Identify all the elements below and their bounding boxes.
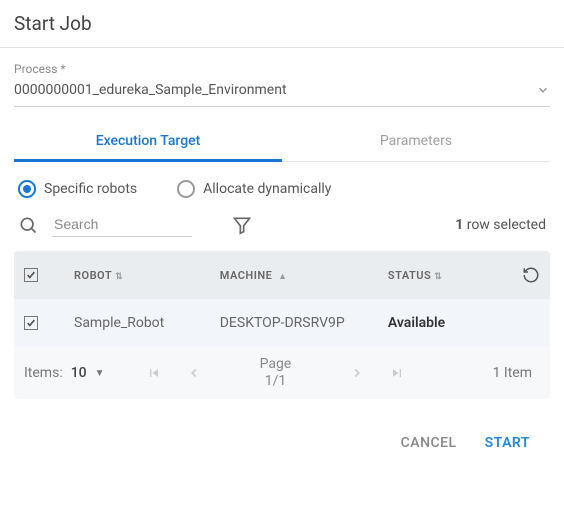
items-per-page[interactable]: Items: 10 ▼ <box>24 365 134 381</box>
cell-machine: DESKTOP-DRSRV9P <box>220 315 388 331</box>
last-page-icon[interactable] <box>377 365 417 381</box>
page-indicator: Page 1/1 <box>214 356 337 390</box>
radio-specific-robots[interactable]: Specific robots <box>18 180 137 198</box>
search-input[interactable] <box>52 212 192 237</box>
row-checkbox[interactable] <box>24 316 38 330</box>
search-icon[interactable] <box>18 215 52 235</box>
tab-execution-target[interactable]: Execution Target <box>14 123 282 162</box>
refresh-icon[interactable] <box>522 266 540 284</box>
filter-icon[interactable] <box>232 215 252 235</box>
col-robot[interactable]: ROBOT⇅ <box>74 269 220 282</box>
process-label: Process * <box>14 58 550 78</box>
start-button[interactable]: START <box>485 435 530 451</box>
radio-dynamic-label: Allocate dynamically <box>203 181 331 197</box>
radio-selected-icon <box>18 180 36 198</box>
sort-icon: ⇅ <box>434 272 442 282</box>
col-status[interactable]: STATUS⇅ <box>388 269 500 282</box>
select-all-checkbox[interactable] <box>24 268 38 282</box>
process-value: 0000000001_edureka_Sample_Environment <box>14 82 536 98</box>
table-row[interactable]: Sample_Robot DESKTOP-DRSRV9P Available <box>14 299 550 347</box>
col-machine[interactable]: MACHINE ▲ <box>220 269 388 282</box>
selection-info: 1 row selected <box>455 217 546 233</box>
tab-parameters[interactable]: Parameters <box>282 123 550 161</box>
cell-status: Available <box>388 315 500 331</box>
cancel-button[interactable]: CANCEL <box>401 435 457 451</box>
caret-down-icon: ▼ <box>95 368 105 379</box>
radio-specific-label: Specific robots <box>44 181 137 197</box>
dialog-title: Start Job <box>14 10 550 47</box>
divider <box>0 47 564 48</box>
cell-robot: Sample_Robot <box>74 315 220 331</box>
sort-icon: ⇅ <box>115 272 123 282</box>
prev-page-icon[interactable] <box>174 365 214 381</box>
selection-label: row selected <box>463 217 546 233</box>
dialog-actions: CANCEL START <box>14 399 550 451</box>
chevron-down-icon <box>536 82 550 98</box>
radio-allocate-dynamically[interactable]: Allocate dynamically <box>177 180 331 198</box>
radio-unselected-icon <box>177 180 195 198</box>
next-page-icon[interactable] <box>337 365 377 381</box>
tabs: Execution Target Parameters <box>14 123 550 162</box>
total-items: 1 Item <box>417 365 540 381</box>
sort-asc-icon: ▲ <box>275 272 287 282</box>
pagination: Items: 10 ▼ Page 1/1 1 Item <box>14 347 550 399</box>
robots-table: ROBOT⇅ MACHINE ▲ STATUS⇅ Sample_Robot DE… <box>14 251 550 399</box>
process-dropdown[interactable]: 0000000001_edureka_Sample_Environment <box>14 78 550 107</box>
table-header: ROBOT⇅ MACHINE ▲ STATUS⇅ <box>14 251 550 299</box>
first-page-icon[interactable] <box>134 365 174 381</box>
